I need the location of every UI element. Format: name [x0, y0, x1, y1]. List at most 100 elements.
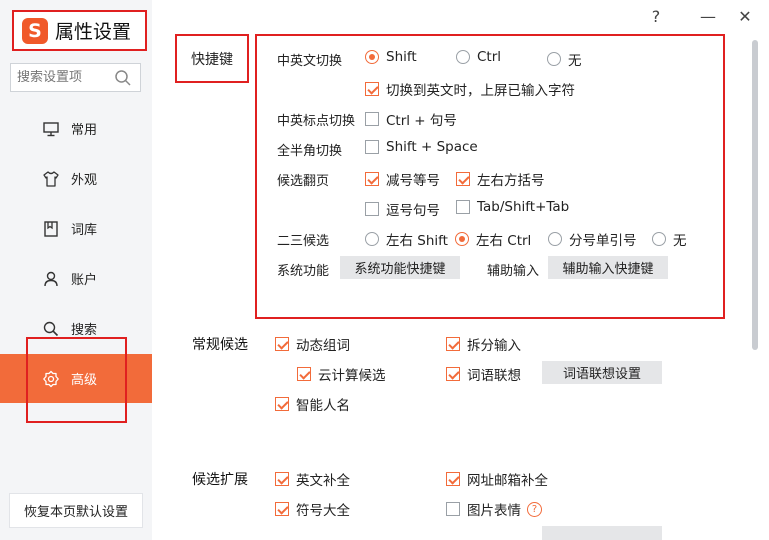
- radio-icon: [548, 232, 562, 246]
- checkbox-icon: [365, 202, 379, 216]
- sidebar-item-account[interactable]: 账户: [0, 254, 152, 303]
- system-shortcut-button[interactable]: 系统功能快捷键: [340, 256, 460, 279]
- smart-names-checkbox[interactable]: 智能人名: [275, 394, 350, 414]
- help-button[interactable]: ?: [645, 5, 667, 27]
- gear-icon: [42, 370, 60, 388]
- paging-comma-period-checkbox[interactable]: 逗号句号: [365, 199, 440, 219]
- checkbox-checked-icon: [297, 367, 311, 381]
- paging-label: 候选翻页: [277, 174, 330, 189]
- sidebar-item-label: 常用: [71, 123, 98, 138]
- section-regular-label: 常规候选: [192, 337, 248, 353]
- sidebar: S 属性设置 常用 外观 词库 账户 搜索: [0, 0, 152, 540]
- option-label: Shift + Space: [386, 139, 478, 155]
- app-header: S 属性设置: [12, 10, 147, 51]
- symbols-checkbox[interactable]: 符号大全: [275, 499, 350, 519]
- sidebar-item-label: 词库: [71, 223, 98, 238]
- sidebar-item-label: 外观: [71, 173, 98, 188]
- word-association-checkbox[interactable]: 词语联想: [446, 364, 521, 384]
- reset-defaults-button[interactable]: 恢复本页默认设置: [9, 493, 143, 528]
- checkbox-checked-icon: [446, 472, 460, 486]
- paging-tab-checkbox[interactable]: Tab/Shift+Tab: [456, 199, 569, 215]
- option-label: 智能人名: [296, 398, 350, 414]
- split-input-checkbox[interactable]: 拆分输入: [446, 334, 521, 354]
- search-icon[interactable]: [114, 69, 132, 87]
- minimize-button[interactable]: —: [697, 5, 719, 27]
- sidebar-item-label: 账户: [71, 273, 98, 288]
- option-label: 逗号句号: [386, 203, 440, 219]
- help-circle-icon[interactable]: ?: [527, 501, 542, 517]
- section-expand-label: 候选扩展: [192, 472, 248, 488]
- second-third-radio-semicolon[interactable]: 分号单引号: [548, 229, 637, 249]
- checkbox-icon: [456, 200, 470, 214]
- image-emoji-checkbox[interactable]: 图片表情?: [446, 499, 542, 519]
- search-icon: [42, 320, 60, 338]
- radio-icon: [547, 52, 561, 66]
- assist-input-label: 辅助输入: [487, 264, 540, 279]
- option-label: 网址邮箱补全: [467, 473, 548, 489]
- second-third-radio-none[interactable]: 无: [652, 229, 687, 249]
- checkbox-checked-icon: [275, 337, 289, 351]
- option-label: 分号单引号: [569, 233, 637, 249]
- sidebar-item-dictionary[interactable]: 词库: [0, 204, 152, 253]
- option-label: 英文补全: [296, 473, 350, 489]
- sidebar-item-advanced[interactable]: 高级: [0, 354, 152, 403]
- checkbox-icon: [446, 502, 460, 516]
- option-label: 拆分输入: [467, 338, 521, 354]
- option-label: 符号大全: [296, 503, 350, 519]
- sidebar-item-general[interactable]: 常用: [0, 104, 152, 153]
- system-function-label: 系统功能: [277, 264, 330, 279]
- search-box[interactable]: [10, 63, 141, 92]
- radio-icon: [652, 232, 666, 246]
- sidebar-item-appearance[interactable]: 外观: [0, 154, 152, 203]
- sogou-logo-icon: S: [22, 17, 48, 44]
- cn-en-switch-label: 中英文切换: [277, 54, 343, 69]
- paging-brackets-checkbox[interactable]: 左右方括号: [456, 169, 545, 189]
- option-label: Ctrl: [477, 49, 502, 65]
- english-completion-checkbox[interactable]: 英文补全: [275, 469, 350, 489]
- second-third-radio-ctrl[interactable]: 左右 Ctrl: [455, 229, 531, 249]
- width-switch-checkbox[interactable]: Shift + Space: [365, 139, 478, 155]
- option-label: 左右方括号: [477, 173, 545, 189]
- option-label: 左右 Ctrl: [476, 233, 532, 249]
- cn-en-radio-ctrl[interactable]: Ctrl: [456, 49, 501, 65]
- second-third-label: 二三候选: [277, 234, 330, 249]
- book-icon: [42, 220, 60, 238]
- url-email-completion-checkbox[interactable]: 网址邮箱补全: [446, 469, 548, 489]
- second-third-radio-shift[interactable]: 左右 Shift: [365, 229, 448, 249]
- punct-switch-checkbox[interactable]: Ctrl + 句号: [365, 109, 457, 129]
- checkbox-checked-icon: [275, 397, 289, 411]
- radio-icon: [365, 232, 379, 246]
- checkbox-checked-icon: [275, 472, 289, 486]
- option-label: 词语联想: [467, 368, 521, 384]
- dynamic-phrase-checkbox[interactable]: 动态组词: [275, 334, 350, 354]
- close-button[interactable]: ✕: [734, 5, 756, 27]
- shirt-icon: [42, 170, 60, 188]
- option-label: Ctrl + 句号: [386, 113, 457, 129]
- sidebar-item-label: 高级: [71, 373, 98, 388]
- paging-minus-equal-checkbox[interactable]: 减号等号: [365, 169, 440, 189]
- search-input[interactable]: [17, 70, 113, 85]
- monitor-icon: [42, 120, 60, 138]
- option-label: 云计算候选: [318, 368, 386, 384]
- cn-en-radio-none[interactable]: 无: [547, 49, 582, 69]
- checkbox-checked-icon: [365, 172, 379, 186]
- sidebar-item-label: 搜索: [71, 323, 98, 338]
- commit-on-switch-checkbox[interactable]: 切换到英文时，上屏已输入字符: [365, 79, 575, 99]
- cn-en-radio-shift[interactable]: Shift: [365, 49, 417, 65]
- association-settings-button[interactable]: 词语联想设置: [542, 361, 662, 384]
- scrollbar[interactable]: [752, 40, 758, 350]
- option-label: 图片表情: [467, 503, 521, 519]
- sidebar-item-search[interactable]: 搜索: [0, 304, 152, 353]
- assist-shortcut-button[interactable]: 辅助输入快捷键: [548, 256, 668, 279]
- cloud-candidate-checkbox[interactable]: 云计算候选: [297, 364, 386, 384]
- radio-checked-icon: [365, 50, 379, 64]
- partial-button[interactable]: [542, 526, 662, 540]
- option-label: 切换到英文时，上屏已输入字符: [386, 83, 575, 99]
- option-label: 无: [673, 233, 687, 249]
- section-shortcuts-label: 快捷键: [175, 34, 249, 83]
- checkbox-icon: [365, 140, 379, 154]
- width-switch-label: 全半角切换: [277, 144, 343, 159]
- checkbox-checked-icon: [446, 337, 460, 351]
- checkbox-checked-icon: [275, 502, 289, 516]
- option-label: 左右 Shift: [386, 233, 448, 249]
